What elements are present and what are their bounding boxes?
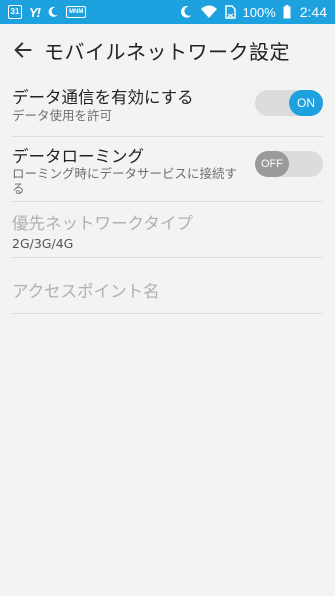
settings-list: データ通信を有効にする データ使用を許可 ON データローミング ローミング時に… <box>12 76 323 314</box>
moon-icon <box>48 6 58 17</box>
data-roaming-subtitle: ローミング時にデータサービスに接続する <box>12 166 238 196</box>
data-enabled-title: データ通信を有効にする <box>12 88 194 107</box>
app-bar: モバイルネットワーク設定 <box>0 24 335 76</box>
sim-card-icon <box>224 5 236 19</box>
page-title: モバイルネットワーク設定 <box>44 39 290 64</box>
battery-icon <box>283 5 291 19</box>
battery-percentage: 100% <box>242 4 276 20</box>
preferred-network-value: 2G/3G/4G <box>12 236 74 251</box>
status-left-icons: 31 Y! MNM <box>8 4 87 20</box>
status-bar: 31 Y! MNM 100% 2:44 <box>0 0 335 24</box>
calendar-icon: 31 <box>8 5 22 19</box>
data-enabled-toggle[interactable]: ON <box>255 90 323 116</box>
data-enabled-subtitle: データ使用を許可 <box>12 108 113 123</box>
arrow-left-icon[interactable] <box>12 39 34 61</box>
wifi-icon <box>200 5 217 18</box>
mnm-app-icon: MNM <box>66 6 87 18</box>
data-enabled-row[interactable]: データ通信を有効にする データ使用を許可 ON <box>12 76 323 137</box>
status-right-icons: 100% 2:44 <box>179 4 327 20</box>
data-roaming-toggle[interactable]: OFF <box>255 151 323 177</box>
toggle-knob: ON <box>289 90 323 116</box>
access-point-title: アクセスポイント名 <box>12 282 160 301</box>
yahoo-icon: Y! <box>29 4 41 20</box>
preferred-network-row: 優先ネットワークタイプ 2G/3G/4G <box>12 202 323 258</box>
data-roaming-title: データローミング <box>12 147 144 166</box>
data-roaming-row[interactable]: データローミング ローミング時にデータサービスに接続する OFF <box>12 137 323 202</box>
preferred-network-title: 優先ネットワークタイプ <box>12 214 193 233</box>
access-point-row: アクセスポイント名 <box>12 258 323 314</box>
clock: 2:44 <box>299 4 327 20</box>
moon-icon <box>180 5 192 18</box>
toggle-knob: OFF <box>255 151 289 177</box>
